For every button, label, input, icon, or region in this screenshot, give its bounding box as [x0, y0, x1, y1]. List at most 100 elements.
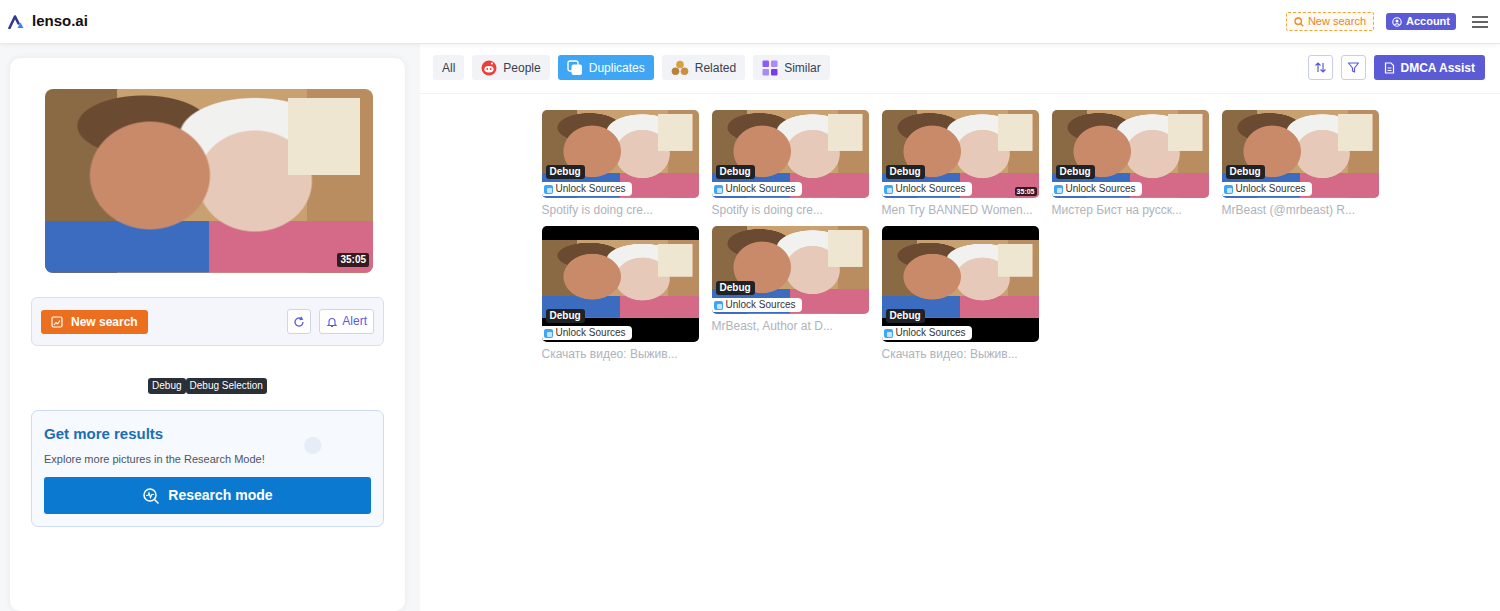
header-new-search-button[interactable]: New search [1286, 12, 1374, 31]
unlock-sources-button[interactable]: Unlock Sources [882, 326, 972, 340]
tab-label: Duplicates [589, 59, 645, 77]
filter-tab[interactable]: Related [662, 55, 745, 80]
menu-icon[interactable] [1472, 16, 1488, 28]
result-thumbnail[interactable]: Debug Unlock Sources [712, 110, 869, 198]
debug-badge[interactable]: Debug [886, 309, 925, 323]
query-photo [45, 89, 373, 273]
promo-title: Get more results [44, 425, 371, 443]
filter-tab[interactable]: Duplicates [558, 55, 654, 80]
unlock-sources-label: Unlock Sources [726, 183, 796, 195]
result-caption[interactable]: Spotify is doing cre... [542, 203, 699, 218]
result-thumbnail[interactable]: Debug Unlock Sources [542, 110, 699, 198]
similar-icon [762, 60, 778, 76]
result-thumbnail[interactable]: Debug Unlock Sources [1222, 110, 1379, 198]
result-tile[interactable]: Debug Unlock Sources Мистер Бист на русск.… [1052, 110, 1209, 218]
debug-badge[interactable]: Debug [716, 281, 755, 295]
unlock-sources-label: Unlock Sources [556, 183, 626, 195]
filter-icon [1347, 61, 1360, 74]
search-icon [1294, 17, 1304, 27]
brand[interactable]: lenso.ai [8, 10, 88, 33]
result-thumbnail[interactable]: Debug Unlock Sources [882, 226, 1039, 342]
new-search-button[interactable]: New search [41, 310, 148, 334]
source-icon [714, 185, 723, 194]
source-icon [884, 185, 893, 194]
unlock-sources-button[interactable]: Unlock Sources [712, 298, 802, 312]
filter-tab[interactable]: All [433, 55, 464, 80]
result-tile[interactable]: Debug Unlock Sources MrBeast (@mrbeast) R.… [1222, 110, 1379, 218]
unlock-sources-button[interactable]: Unlock Sources [542, 326, 632, 340]
debug-badge[interactable]: Debug [1056, 165, 1095, 179]
research-mode-button[interactable]: Research mode [44, 477, 371, 514]
unlock-sources-button[interactable]: Unlock Sources [712, 182, 802, 196]
header-new-search-label: New search [1308, 14, 1366, 29]
result-thumbnail[interactable]: Debug Unlock Sources [542, 226, 699, 342]
result-tile[interactable]: 35:05 Debug Unlock Sources Men Try BANNED W… [882, 110, 1039, 218]
duration-badge: 35:05 [337, 253, 369, 267]
account-button[interactable]: Account [1386, 13, 1456, 30]
result-tile[interactable]: Debug Unlock Sources Spotify is doing cre.… [542, 110, 699, 218]
query-panel: 35:05 New search Alert DebugDebug [10, 58, 405, 611]
research-mode-label: Research mode [168, 486, 272, 505]
tab-label: Related [695, 59, 736, 77]
image-edit-icon [51, 316, 63, 328]
document-icon [1384, 62, 1395, 74]
result-caption[interactable]: Скачать видео: Выжив... [542, 347, 699, 362]
sort-icon [1314, 61, 1327, 74]
result-caption[interactable]: Spotify is doing cre... [712, 203, 869, 218]
result-caption[interactable]: MrBeast (@mrbeast) R... [1222, 203, 1379, 218]
result-tile[interactable]: Debug Unlock Sources MrBeast, Author at D.… [712, 226, 869, 334]
account-label: Account [1406, 14, 1450, 29]
result-caption[interactable]: MrBeast, Author at D... [712, 319, 869, 334]
tab-bar: All People Duplicates Related Similar DMCA A… [420, 44, 1500, 94]
result-photo [542, 240, 699, 318]
dmca-assist-button[interactable]: DMCA Assist [1374, 55, 1485, 80]
result-thumbnail[interactable]: Debug Unlock Sources [712, 226, 869, 314]
result-caption[interactable]: Скачать видео: Выжив... [882, 347, 1039, 362]
unlock-sources-button[interactable]: Unlock Sources [542, 182, 632, 196]
refresh-button[interactable] [287, 309, 311, 334]
unlock-sources-label: Unlock Sources [1236, 183, 1306, 195]
related-icon [671, 60, 689, 76]
source-icon [1224, 185, 1233, 194]
results-grid: Debug Unlock Sources Spotify is doing cre.… [420, 110, 1500, 362]
filter-tab[interactable]: Similar [753, 55, 830, 80]
tab-label: People [503, 59, 540, 77]
source-icon [544, 329, 553, 338]
debug-tag[interactable]: Debug [148, 378, 185, 394]
filter-tab[interactable]: People [472, 55, 549, 80]
unlock-sources-label: Unlock Sources [896, 183, 966, 195]
result-caption[interactable]: Мистер Бист на русск... [1052, 203, 1209, 218]
alert-button[interactable]: Alert [319, 309, 374, 334]
dmca-assist-label: DMCA Assist [1401, 59, 1475, 77]
result-thumbnail[interactable]: Debug Unlock Sources [1052, 110, 1209, 198]
sort-button[interactable] [1308, 55, 1333, 80]
debug-badge[interactable]: Debug [716, 165, 755, 179]
result-photo [882, 240, 1039, 318]
debug-badge[interactable]: Debug [1226, 165, 1265, 179]
query-image: 35:05 [45, 89, 373, 273]
result-tile[interactable]: Debug Unlock Sources Скачать видео: Выжив.… [882, 226, 1039, 362]
alert-label: Alert [342, 313, 367, 330]
debug-badge[interactable]: Debug [546, 165, 585, 179]
people-icon [481, 60, 497, 76]
action-box: New search Alert [31, 297, 384, 346]
results-area: All People Duplicates Related Similar DMCA A… [420, 44, 1500, 611]
result-caption[interactable]: Men Try BANNED Women... [882, 203, 1039, 218]
brand-name[interactable]: lenso.ai [32, 10, 88, 33]
user-icon [1392, 17, 1402, 27]
unlock-sources-button[interactable]: Unlock Sources [882, 182, 972, 196]
source-icon [714, 301, 723, 310]
filter-button[interactable] [1341, 55, 1366, 80]
duration-badge: 35:05 [1015, 187, 1037, 196]
debug-badge[interactable]: Debug [546, 309, 585, 323]
duplicates-icon [567, 60, 583, 76]
unlock-sources-button[interactable]: Unlock Sources [1052, 182, 1142, 196]
result-tile[interactable]: Debug Unlock Sources Spotify is doing cre.… [712, 110, 869, 218]
result-tile[interactable]: Debug Unlock Sources Скачать видео: Выжив.… [542, 226, 699, 362]
sidebar: 35:05 New search Alert DebugDebug [0, 44, 420, 611]
debug-badge[interactable]: Debug [886, 165, 925, 179]
unlock-sources-button[interactable]: Unlock Sources [1222, 182, 1312, 196]
debug-tag[interactable]: Debug Selection [186, 378, 267, 394]
result-thumbnail[interactable]: 35:05 Debug Unlock Sources [882, 110, 1039, 198]
unlock-sources-label: Unlock Sources [896, 327, 966, 339]
